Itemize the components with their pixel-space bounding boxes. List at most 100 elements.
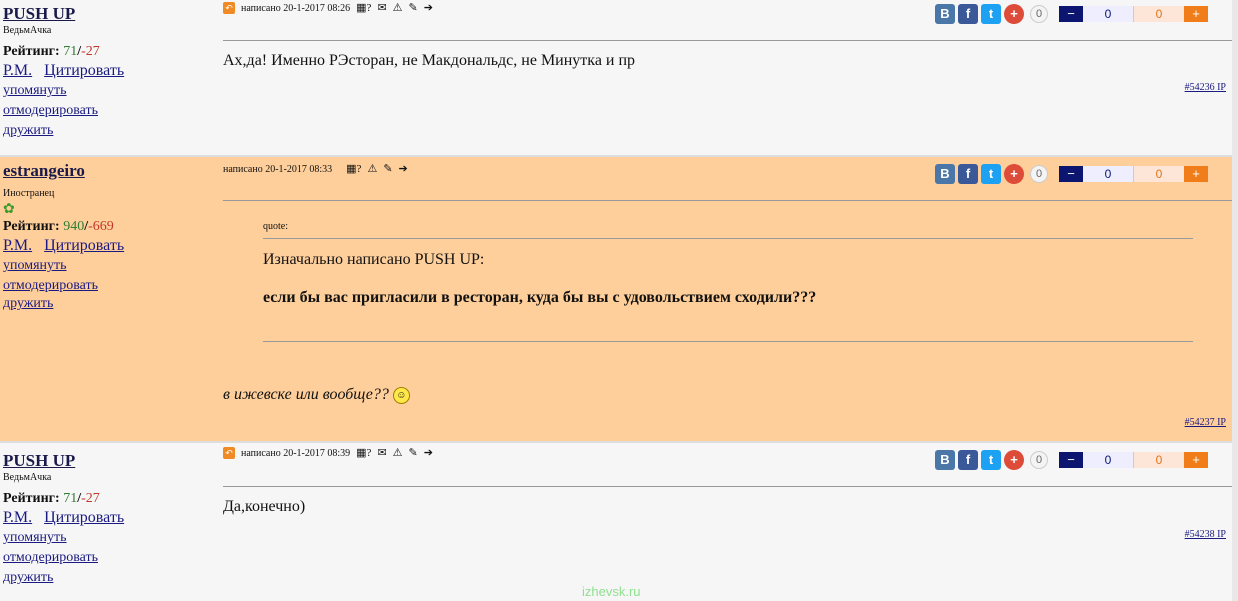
email-icon[interactable]: ✉	[377, 447, 386, 459]
vote-up-button[interactable]: +	[1184, 452, 1208, 468]
post-id-link[interactable]: #54237	[1185, 417, 1215, 428]
post-text: в ижевске или вообще?? ☺	[223, 386, 410, 404]
username-link[interactable]: estrangeiro	[3, 161, 213, 181]
vote-down-button[interactable]: −	[1059, 452, 1083, 468]
vote-widget: − 0 0 +	[1059, 166, 1208, 182]
post-id-link[interactable]: #54238	[1185, 529, 1215, 540]
post-header: написано 20-1-2017 08:33 ▦? ⚠ ✎ ➔	[223, 163, 408, 175]
more-share-button[interactable]: +	[1004, 450, 1024, 470]
edit-icon[interactable]: ✎	[409, 447, 418, 459]
vote-down-button[interactable]: −	[1059, 166, 1083, 182]
username-link[interactable]: PUSH UP	[3, 451, 213, 471]
facebook-share-button[interactable]: f	[958, 450, 978, 470]
friend-link[interactable]: дружить	[3, 121, 213, 141]
private-message-link[interactable]: Р.М.	[3, 509, 32, 526]
report-icon[interactable]: ➔	[424, 447, 433, 459]
twitter-share-button[interactable]: t	[981, 164, 1001, 184]
vote-up-button[interactable]: +	[1184, 6, 1208, 22]
facebook-share-button[interactable]: f	[958, 4, 978, 24]
post-date: написано 20-1-2017 08:39	[241, 447, 351, 459]
private-message-link[interactable]: Р.М.	[3, 62, 32, 79]
flower-icon: ✿	[3, 202, 15, 217]
rating-label: Рейтинг:	[3, 491, 60, 506]
quote-label: quote:	[263, 221, 288, 232]
edit-icon[interactable]: ✎	[383, 163, 392, 175]
post-54237: estrangeiro Иностранец ✿ Рейтинг: 940/-6…	[0, 157, 1232, 441]
smiley-icon: ☺	[392, 386, 410, 404]
vote-negative-count: 0	[1134, 6, 1184, 22]
vote-positive-count: 0	[1083, 166, 1134, 182]
user-title: Иностранец	[3, 188, 55, 199]
ip-link[interactable]: IP	[1217, 82, 1226, 93]
vote-negative-count: 0	[1134, 166, 1184, 182]
private-message-link[interactable]: Р.М.	[3, 237, 32, 254]
twitter-share-button[interactable]: t	[981, 450, 1001, 470]
vk-share-button[interactable]: B	[935, 450, 955, 470]
post-date: написано 20-1-2017 08:33	[223, 163, 333, 175]
profile-icon[interactable]: ▦?	[356, 2, 371, 14]
post-text: Ах,да! Именно РЭсторан, не Макдональдс, …	[223, 52, 636, 69]
more-share-button[interactable]: +	[1004, 164, 1024, 184]
vote-down-button[interactable]: −	[1059, 6, 1083, 22]
facebook-share-button[interactable]: f	[958, 164, 978, 184]
user-title: ВедьмАчка	[3, 472, 52, 483]
ip-link[interactable]: IP	[1217, 529, 1226, 540]
report-icon[interactable]: ➔	[424, 2, 433, 14]
mention-link[interactable]: упомянуть	[3, 81, 213, 101]
friend-link[interactable]: дружить	[3, 296, 213, 312]
quote-link[interactable]: Цитировать	[44, 237, 124, 254]
mention-link[interactable]: упомянуть	[3, 528, 213, 548]
moderate-link[interactable]: отмодерировать	[3, 101, 213, 121]
header-divider	[223, 486, 1232, 487]
moderate-link[interactable]: отмодерировать	[3, 548, 213, 568]
vote-widget: − 0 0 +	[1059, 452, 1208, 468]
author-panel: estrangeiro Иностранец ✿ Рейтинг: 940/-6…	[3, 161, 213, 312]
reply-icon[interactable]: ↶	[223, 447, 235, 459]
scrollbar[interactable]	[1232, 0, 1238, 601]
post-id: #54237 IP	[1185, 417, 1226, 428]
vote-positive-count: 0	[1083, 452, 1134, 468]
user-rating: Рейтинг: 71/-27	[3, 491, 100, 506]
report-icon[interactable]: ➔	[399, 163, 408, 175]
vk-share-button[interactable]: B	[935, 164, 955, 184]
post-id-link[interactable]: #54236	[1185, 82, 1215, 93]
post-text-body: в ижевске или вообще??	[223, 386, 389, 403]
moderate-link[interactable]: отмодерировать	[3, 276, 213, 296]
user-rating: Рейтинг: 71/-27	[3, 44, 100, 59]
share-bar: B f t + 0 − 0 0 +	[935, 4, 1208, 24]
post-54238: PUSH UP ВедьмАчка Рейтинг: 71/-27 Р.М. Ци…	[0, 443, 1232, 601]
profile-icon[interactable]: ▦?	[346, 163, 361, 175]
email-icon[interactable]: ✉	[377, 2, 386, 14]
user-rating: Рейтинг: 940/-669	[3, 219, 114, 234]
warning-icon[interactable]: ⚠	[393, 2, 403, 14]
share-bar: B f t + 0 − 0 0 +	[935, 164, 1208, 184]
more-share-button[interactable]: +	[1004, 4, 1024, 24]
edit-icon[interactable]: ✎	[409, 2, 418, 14]
post-text: Да,конечно)	[223, 498, 306, 515]
share-count: 0	[1030, 5, 1048, 23]
share-count: 0	[1030, 165, 1048, 183]
warning-icon[interactable]: ⚠	[393, 447, 403, 459]
reply-icon[interactable]: ↶	[223, 2, 235, 14]
rating-label: Рейтинг:	[3, 219, 60, 234]
warning-icon[interactable]: ⚠	[367, 163, 377, 175]
ip-link[interactable]: IP	[1217, 417, 1226, 428]
quote-link[interactable]: Цитировать	[44, 62, 124, 79]
user-actions: Р.М. Цитировать	[3, 236, 213, 256]
quote-link[interactable]: Цитировать	[44, 509, 124, 526]
username-link[interactable]: PUSH UP	[3, 4, 213, 24]
rating-positive: 71	[63, 44, 78, 59]
post-header: ↶ написано 20-1-2017 08:26 ▦? ✉ ⚠ ✎ ➔	[223, 2, 433, 14]
vote-widget: − 0 0 +	[1059, 6, 1208, 22]
friend-link[interactable]: дружить	[3, 568, 213, 588]
vote-up-button[interactable]: +	[1184, 166, 1208, 182]
author-panel: PUSH UP ВедьмАчка Рейтинг: 71/-27 Р.М. Ци…	[3, 451, 213, 588]
twitter-share-button[interactable]: t	[981, 4, 1001, 24]
profile-icon[interactable]: ▦?	[356, 447, 371, 459]
vk-share-button[interactable]: B	[935, 4, 955, 24]
rating-negative: -669	[88, 219, 114, 234]
user-actions: Р.М. Цитировать	[3, 508, 213, 528]
quote-text: если бы вас пригласили в ресторан, куда …	[263, 289, 817, 306]
quote-top-divider	[263, 238, 1193, 239]
mention-link[interactable]: упомянуть	[3, 256, 213, 276]
